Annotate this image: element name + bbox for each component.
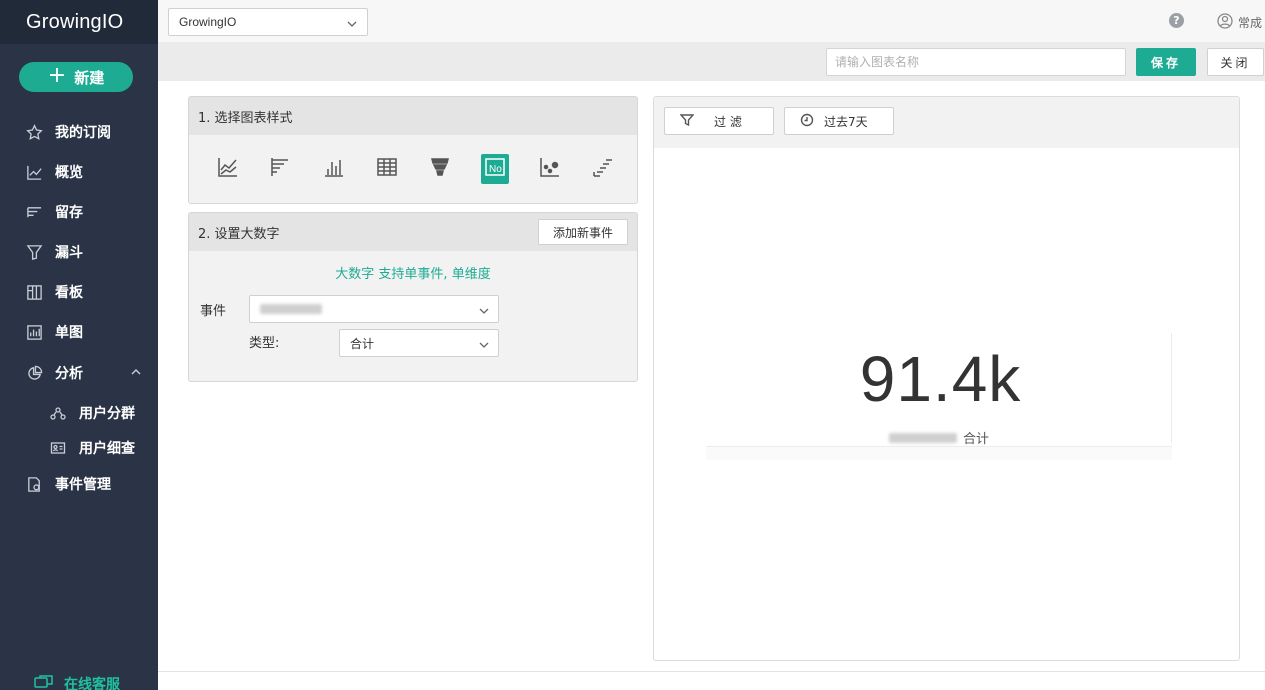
sidebar-item-funnel[interactable]: 漏斗 [0,236,158,268]
horizontal-scrollbar[interactable] [706,446,1172,460]
funnel-icon [429,156,451,182]
project-select-value: GrowingIO [179,15,237,29]
sidebar-item-label: 用户分群 [79,406,135,422]
user-menu[interactable]: 常成 [1217,13,1262,32]
close-button[interactable]: 关闭 [1207,48,1264,76]
online-support-link[interactable]: 在线客服 [34,674,120,690]
settings-tip: 大数字 支持单事件, 单维度 [335,267,491,282]
big-number-caption: 合计 [889,428,989,447]
sidebar-item-single-chart[interactable]: 单图 [0,316,158,348]
scatter-icon [539,156,561,182]
filter-icon [679,113,695,130]
user-name: 常成 [1238,16,1263,30]
sidebar-item-dashboard[interactable]: 看板 [0,276,158,308]
chart-preview: 过 滤 过去7天 91.4k 合计 [653,96,1240,661]
sidebar-item-label: 概览 [55,165,83,181]
top-bar: GrowingIO ? 常成 [158,0,1265,42]
chart-type-bar-vertical[interactable] [322,157,346,181]
user-avatar-icon [1217,13,1233,32]
bar-chart-icon [25,323,43,341]
date-range-button[interactable]: 过去7天 [784,107,894,135]
big-number-value: 91.4k [859,343,1022,415]
sidebar-item-retention[interactable]: 留存 [0,196,158,228]
sidebar-item-label: 用户细查 [79,441,135,457]
sidebar-item-label: 单图 [55,325,83,341]
horizontal-bar-icon [270,156,292,182]
support-label: 在线客服 [64,677,120,690]
stacked-bar-icon [592,156,614,182]
sidebar-item-label: 我的订阅 [55,125,111,141]
big-number-settings-panel: 2. 设置大数字 添加新事件 大数字 支持单事件, 单维度 事件 类型: 合计 [188,212,638,382]
sidebar-item-label: 漏斗 [55,245,83,261]
chevron-down-icon [479,305,489,319]
chart-type-line[interactable] [216,157,240,181]
big-number-icon-label: No [489,164,502,175]
chart-style-title: 1. 选择图表样式 [189,97,637,135]
chart-style-panel: 1. 选择图表样式 No [188,96,638,204]
type-select[interactable]: 合计 [339,329,499,357]
user-profile-icon [50,440,66,456]
table-icon [376,156,398,182]
big-number-icon: No [484,156,506,182]
sidebar-item-event-management[interactable]: 事件管理 [0,468,158,500]
event-name-blurred [889,432,957,443]
chart-type-big-number[interactable]: No [481,154,509,184]
sidebar-subitem-user-segments[interactable]: 用户分群 [0,398,158,428]
sidebar-item-overview[interactable]: 概览 [0,156,158,188]
chart-type-funnel[interactable] [428,157,452,181]
filter-button[interactable]: 过 滤 [664,107,774,135]
chart-type-table[interactable] [375,157,399,181]
sidebar-item-label: 事件管理 [55,477,111,493]
star-icon [25,123,43,141]
new-button[interactable]: + 新建 [19,62,133,92]
action-bar: 保存 关闭 [158,42,1265,81]
pie-chart-icon [25,364,43,382]
event-select-value [260,304,322,314]
plus-icon: + [47,63,67,88]
help-icon[interactable]: ? [1169,13,1184,28]
line-chart-icon [25,163,43,181]
caption-suffix: 合计 [963,432,990,447]
user-segment-icon [50,405,66,421]
sidebar-item-analysis[interactable]: 分析 [0,357,158,389]
chat-icon [34,674,54,690]
retention-icon [25,203,43,221]
event-select[interactable] [249,295,499,323]
filter-label: 过 滤 [714,114,742,129]
add-event-button[interactable]: 添加新事件 [538,219,628,245]
chart-type-stacked-horizontal[interactable] [591,157,615,181]
save-button[interactable]: 保存 [1136,48,1196,76]
chart-type-bar-horizontal[interactable] [269,157,293,181]
type-label: 类型: [249,336,280,351]
brand-logo[interactable]: GrowingIO [0,0,158,44]
chart-type-scatter[interactable] [538,157,562,181]
settings-title-text: 2. 设置大数字 [198,226,280,242]
line-chart-icon [217,156,239,182]
sidebar-item-label: 留存 [55,205,83,221]
new-button-label: 新建 [74,68,105,87]
clock-icon [800,113,814,130]
vertical-bar-icon [323,156,345,182]
chart-name-input[interactable] [826,48,1126,76]
type-select-value: 合计 [350,336,375,351]
event-manage-icon [25,475,43,493]
sidebar-item-label: 分析 [55,366,83,382]
sidebar: GrowingIO + 新建 我的订阅 概览 留存 漏斗 看板 单图 分析 用户… [0,0,158,690]
sidebar-subitem-user-profile[interactable]: 用户细查 [0,433,158,463]
sidebar-item-label: 看板 [55,285,83,301]
event-label: 事件 [200,304,227,319]
dashboard-icon [25,283,43,301]
sidebar-item-subscriptions[interactable]: 我的订阅 [0,116,158,148]
funnel-icon [25,243,43,261]
divider [158,671,1265,672]
chevron-up-icon [130,366,142,382]
date-range-label: 过去7天 [824,114,868,129]
project-select[interactable]: GrowingIO [168,8,368,36]
chevron-down-icon [479,339,489,353]
big-number-settings-title: 2. 设置大数字 添加新事件 [189,213,637,251]
chart-type-list: No [189,135,637,203]
chevron-down-icon [347,18,357,32]
preview-toolbar: 过 滤 过去7天 [654,97,1239,148]
